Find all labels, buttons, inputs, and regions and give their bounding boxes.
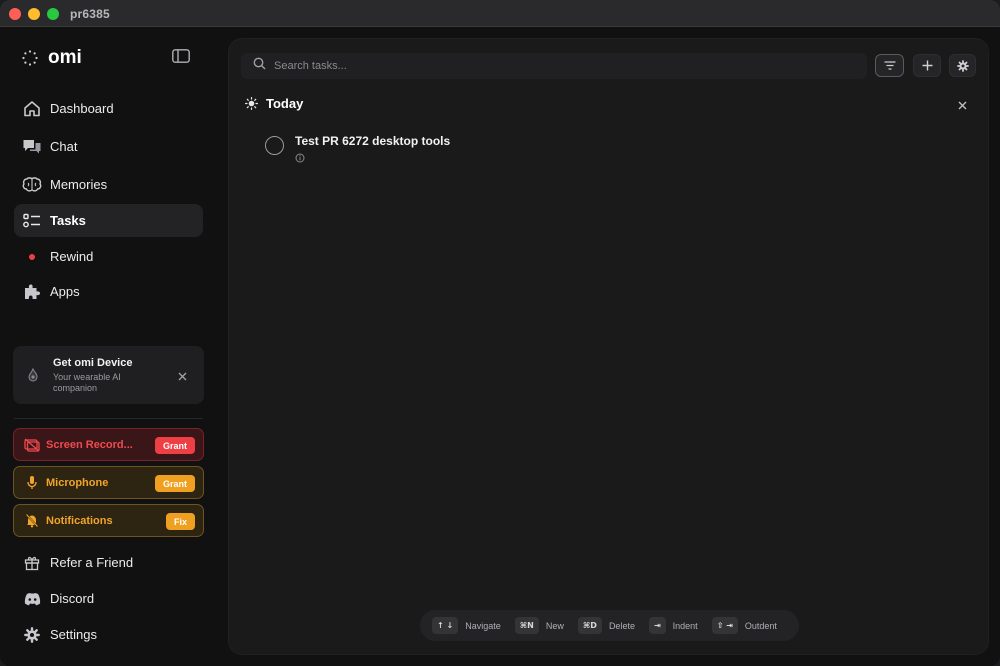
device-card-subtitle: Your wearable AI companion (53, 372, 121, 393)
shortcut-key: ⌘N (514, 617, 539, 634)
bell-slash-icon (24, 513, 40, 529)
sidebar-item-label: Memories (50, 177, 108, 192)
shortcut-new: ⌘N New (514, 617, 564, 634)
sidebar-item-label: Rewind (50, 249, 94, 264)
sidebar-item-settings[interactable]: Settings (14, 618, 203, 651)
shortcut-label: Navigate (465, 620, 501, 631)
keyboard-shortcuts-bar: ↑ ↓ Navigate ⌘N New ⌘D Delete ⇥ Indent ⇧… (420, 610, 799, 641)
close-icon[interactable] (958, 97, 967, 115)
omi-device-icon (27, 367, 39, 387)
shortcut-label: Delete (608, 620, 635, 631)
close-icon[interactable] (178, 368, 187, 386)
filter-button[interactable] (875, 54, 904, 77)
screen-record-icon (24, 437, 40, 453)
fix-notifications-button[interactable]: Fix (165, 513, 195, 530)
grant-microphone-button[interactable]: Grant (154, 475, 195, 492)
notifications-permission[interactable]: Notifications Fix (13, 504, 204, 537)
tasks-panel: Today Test PR 6272 desktop tools ↑ ↓ Nav… (228, 38, 989, 655)
get-device-card[interactable]: Get omi Device Your wearable AI companio… (13, 346, 204, 404)
sidebar-item-chat[interactable]: Chat (14, 130, 203, 163)
shortcut-key: ↑ ↓ (432, 617, 459, 634)
gift-icon (22, 553, 42, 573)
home-icon (22, 99, 42, 119)
task-title[interactable]: Test PR 6272 desktop tools (295, 134, 450, 148)
grant-screen-button[interactable]: Grant (154, 437, 195, 454)
puzzle-icon (22, 282, 42, 302)
app-window: pr6385 omi Dashboard Chat Memories Tasks… (0, 0, 1000, 666)
sidebar-item-dashboard[interactable]: Dashboard (14, 92, 203, 125)
plus-icon (922, 60, 932, 71)
device-card-title: Get omi Device (53, 357, 133, 369)
brain-icon (22, 175, 42, 195)
omi-logo-icon (22, 50, 38, 66)
search-bar[interactable] (241, 53, 867, 79)
close-window-button[interactable] (9, 8, 21, 20)
microphone-permission[interactable]: Microphone Grant (13, 466, 204, 499)
shortcut-navigate: ↑ ↓ Navigate (432, 617, 501, 634)
search-icon (253, 57, 266, 75)
add-task-button[interactable] (913, 54, 941, 77)
filter-icon (884, 61, 895, 70)
sidebar-item-refer-friend[interactable]: Refer a Friend (14, 546, 203, 579)
sidebar-item-label: Discord (50, 591, 95, 606)
section-title: Today (266, 96, 304, 111)
shortcut-delete: ⌘D Delete (577, 617, 635, 634)
discord-icon (22, 589, 42, 609)
shortcut-label: New (545, 620, 564, 631)
shortcut-indent: ⇥ Indent (648, 617, 698, 634)
today-section-header: Today (245, 96, 303, 111)
shortcut-key: ⌘D (577, 617, 602, 634)
sidebar: omi Dashboard Chat Memories Tasks Rewind… (0, 27, 217, 666)
brand-name: omi (48, 47, 82, 68)
sidebar-item-label: Dashboard (50, 101, 114, 116)
sidebar-item-label: Apps (50, 284, 80, 299)
record-dot-icon (22, 247, 42, 267)
permission-label: Screen Record... (46, 438, 133, 451)
sidebar-item-label: Chat (50, 139, 78, 154)
sidebar-item-memories[interactable]: Memories (14, 168, 203, 201)
brand: omi (22, 47, 82, 69)
permission-label: Notifications (46, 514, 113, 527)
gear-icon (22, 625, 42, 645)
sidebar-item-tasks[interactable]: Tasks (14, 204, 203, 237)
shortcut-key: ⇧ ⇥ (711, 617, 738, 634)
sidebar-item-apps[interactable]: Apps (14, 275, 203, 308)
info-icon[interactable] (295, 150, 305, 168)
shortcut-outdent: ⇧ ⇥ Outdent (711, 617, 777, 634)
gear-icon (956, 59, 969, 72)
shortcut-label: Indent (672, 620, 698, 631)
zoom-window-button[interactable] (47, 8, 59, 20)
permission-label: Microphone (46, 476, 109, 489)
search-input[interactable] (274, 60, 834, 72)
task-settings-button[interactable] (949, 54, 976, 77)
title-bar: pr6385 (0, 0, 1000, 27)
minimize-window-button[interactable] (28, 8, 40, 20)
sidebar-toggle-icon (172, 49, 190, 63)
shortcut-label: Outdent (744, 620, 777, 631)
shortcut-key: ⇥ (648, 617, 666, 634)
sidebar-item-discord[interactable]: Discord (14, 582, 203, 615)
chat-bubbles-icon (22, 137, 42, 157)
window-title: pr6385 (70, 7, 110, 21)
sidebar-item-label: Tasks (50, 213, 86, 228)
task-checkbox[interactable] (265, 136, 284, 155)
checklist-icon (22, 211, 42, 231)
sun-icon (245, 97, 258, 110)
sidebar-item-label: Refer a Friend (50, 555, 134, 570)
sidebar-divider (14, 418, 203, 419)
sidebar-item-rewind[interactable]: Rewind (14, 240, 203, 273)
screen-recording-permission[interactable]: Screen Record... Grant (13, 428, 204, 461)
sidebar-toggle-button[interactable] (172, 49, 192, 65)
sidebar-item-label: Settings (50, 627, 97, 642)
microphone-icon (24, 475, 40, 491)
